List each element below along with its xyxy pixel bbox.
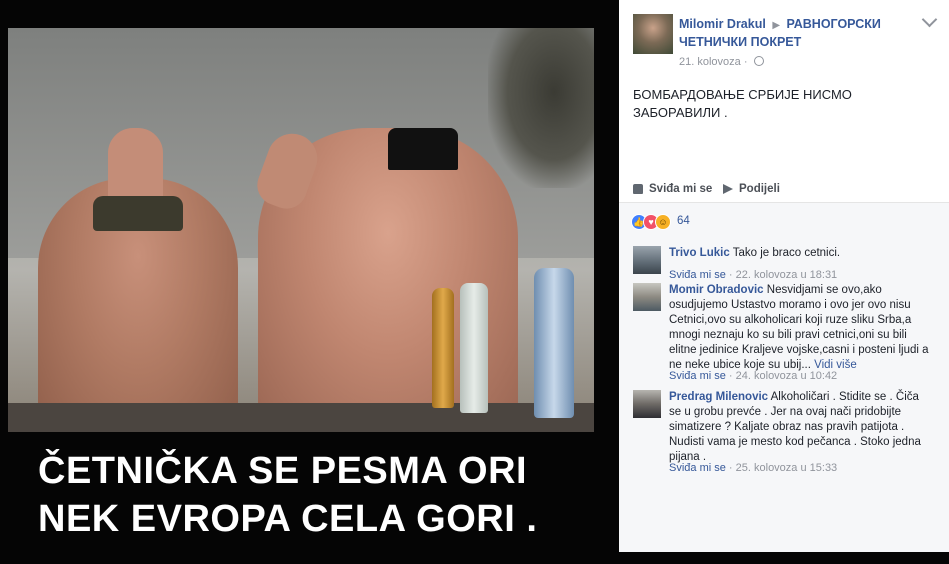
comment-meta: Sviđa mi se · 25. kolovoza u 15:33 [669, 462, 837, 474]
comment-timestamp[interactable]: 22. kolovoza u 18:31 [736, 269, 838, 281]
post-date[interactable]: 21. kolovoza · [679, 56, 764, 68]
commenter-name[interactable]: Predrag Milenovic [669, 391, 768, 403]
commenter-avatar[interactable] [633, 390, 661, 418]
like-button[interactable]: Sviđa mi se [633, 183, 712, 195]
comment-like-link[interactable]: Sviđa mi se [669, 462, 726, 474]
caption-line-2: NEK EVROPA CELA GORI . [38, 498, 538, 540]
comment-text: Tako je braco cetnici. [732, 247, 841, 259]
commenter-avatar[interactable] [633, 283, 661, 311]
comment-text: Nesvidjami se ovo,ako osudjujemo Ustastv… [669, 284, 929, 371]
haha-reaction-icon: ☺ [655, 214, 671, 230]
arrow-right-icon: ▶ [772, 20, 781, 31]
comment-like-link[interactable]: Sviđa mi se [669, 370, 726, 382]
commenter-avatar[interactable] [633, 246, 661, 274]
caption-line-1: ČETNIČKA SE PESMA ORI [38, 450, 528, 492]
comment-meta: Sviđa mi se · 24. kolovoza u 10:42 [669, 370, 837, 382]
commenter-name[interactable]: Trivo Lukic [669, 247, 730, 259]
facebook-post-panel: Milomir Drakul ▶ РАВНОГОРСКИ ЧЕТНИЧКИ ПО… [619, 0, 949, 552]
author-avatar[interactable] [633, 14, 673, 54]
meme-caption: ČETNIČKA SE PESMA ORI NEK EVROPA CELA GOR… [38, 447, 598, 543]
meme-photo[interactable] [8, 28, 594, 432]
post-header: Milomir Drakul ▶ РАВНОГОРСКИ ЧЕТНИЧКИ ПО… [619, 0, 949, 70]
commenter-name[interactable]: Momir Obradovic [669, 284, 764, 296]
author-line: Milomir Drakul ▶ РАВНОГОРСКИ ЧЕТНИЧКИ ПО… [679, 16, 909, 50]
share-arrow-icon [723, 184, 733, 194]
comment-item: Trivo Lukic Tako je braco cetnici. Sviđa… [633, 246, 933, 286]
meme-image-panel: ČETNIČKA SE PESMA ORI NEK EVROPA CELA GOR… [0, 0, 619, 564]
comment-body: Momir Obradovic Nesvidjami se ovo,ako os… [669, 283, 933, 373]
share-button-label: Podijeli [739, 183, 780, 195]
post-date-text[interactable]: 21. kolovoza [679, 56, 741, 68]
comments-section: Trivo Lukic Tako je braco cetnici. Sviđa… [619, 239, 949, 552]
screenshot-frame: ČETNIČKA SE PESMA ORI NEK EVROPA CELA GOR… [0, 0, 949, 564]
comment-timestamp[interactable]: 24. kolovoza u 10:42 [736, 370, 838, 382]
photo-cap [93, 196, 183, 231]
reaction-count[interactable]: 64 [677, 215, 690, 227]
share-button[interactable]: Podijeli [723, 183, 780, 195]
comment-body: Predrag Milenovic Alkoholičari . Stidite… [669, 390, 933, 465]
photo-fur-hat [388, 128, 458, 170]
thumbs-up-icon [633, 184, 643, 194]
bottom-strip [0, 552, 949, 564]
comment-body: Trivo Lukic Tako je braco cetnici. [669, 246, 933, 261]
like-button-label: Sviđa mi se [649, 183, 713, 195]
comment-timestamp[interactable]: 25. kolovoza u 15:33 [736, 462, 838, 474]
meta-separator: · [728, 269, 733, 281]
photo-bottle [534, 268, 574, 418]
comment-meta: Sviđa mi se · 22. kolovoza u 18:31 [669, 269, 837, 281]
photo-tree [488, 28, 594, 188]
post-text: БОМБАРДОВАЊЕ СРБИЈЕ НИСМО ЗАБОРАВИЛИ . [633, 87, 852, 120]
chevron-down-icon[interactable] [921, 11, 938, 28]
meta-separator: · [728, 370, 733, 382]
date-separator: · [743, 56, 748, 68]
photo-table [8, 403, 594, 432]
post-actions: Sviđa mi se Podijeli [633, 180, 933, 200]
comment-item: Predrag Milenovic Alkoholičari . Stidite… [633, 390, 933, 480]
photo-bottle [460, 283, 488, 413]
photo-bottle [432, 288, 454, 408]
globe-icon [753, 56, 764, 66]
comment-item: Momir Obradovic Nesvidjami se ovo,ako os… [633, 283, 933, 383]
meta-separator: · [728, 462, 733, 474]
author-name-link[interactable]: Milomir Drakul [679, 17, 766, 31]
comment-like-link[interactable]: Sviđa mi se [669, 269, 726, 281]
reactions-bar[interactable]: 👍 ♥ ☺ 64 [619, 202, 949, 240]
